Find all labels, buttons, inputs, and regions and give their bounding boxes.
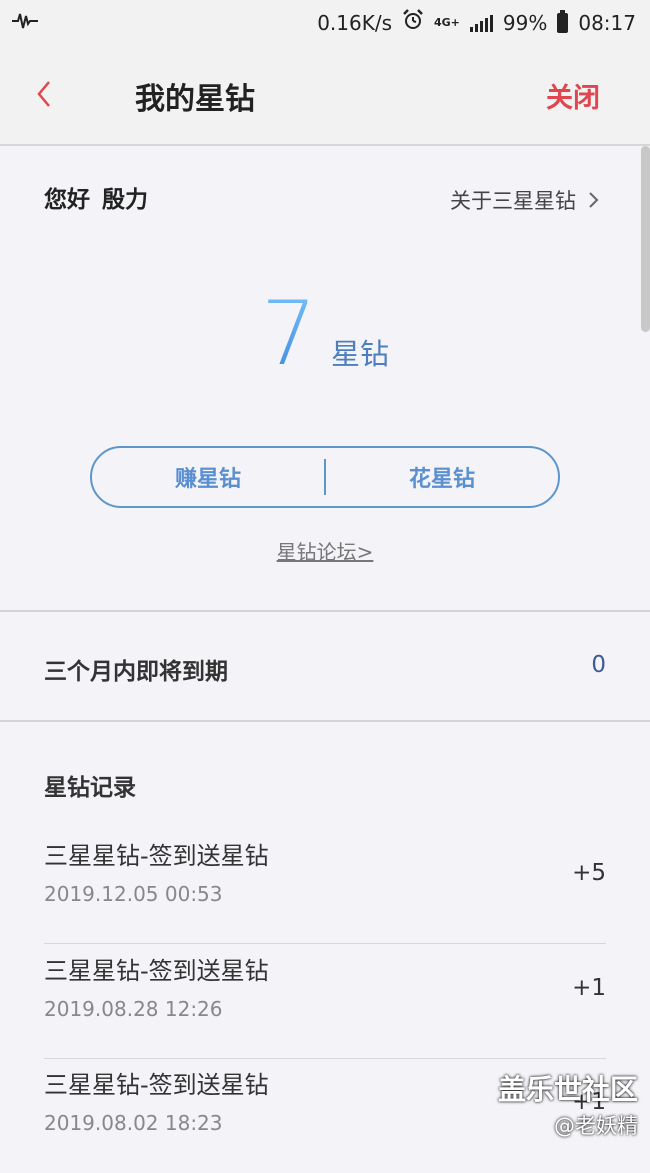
earn-spend-toggle: 赚星钻 花星钻	[90, 446, 560, 508]
section-divider	[0, 720, 650, 722]
record-date: 2019.08.28 12:26	[44, 997, 223, 1021]
network-type: 4G+	[434, 15, 460, 29]
spend-button[interactable]: 花星钻	[326, 461, 558, 493]
records-title: 星钻记录	[44, 775, 136, 801]
record-amount: +5	[572, 860, 606, 886]
record-date: 2019.12.05 00:53	[44, 882, 223, 906]
record-title: 三星星钻-签到送星钻	[44, 1071, 269, 1099]
record-divider	[44, 943, 606, 944]
about-link[interactable]: 关于三星星钻	[450, 185, 600, 215]
chevron-right-icon	[589, 192, 599, 208]
user-name: 殷力	[102, 187, 148, 213]
record-amount: +1	[572, 975, 606, 1001]
watermark-line1: 盖乐世社区	[497, 1073, 638, 1106]
network-speed: 0.16K/s	[317, 10, 392, 35]
list-item[interactable]: 三星星钻-签到送星钻 2019.08.28 12:26 +1	[44, 945, 606, 1059]
close-button[interactable]: 关闭	[546, 76, 600, 115]
watermark: 盖乐世社区 @老妖精	[498, 1068, 638, 1140]
list-item[interactable]: 三星星钻-签到送星钻 2019.12.05 00:53 +5	[44, 830, 606, 944]
app-bar: 我的星钻 关闭	[0, 44, 650, 146]
page-title: 我的星钻	[135, 82, 255, 117]
balance: 7 星钻	[0, 282, 650, 385]
alarm-icon	[402, 9, 424, 36]
greeting: 您好 殷力	[44, 180, 160, 214]
clock: 08:17	[578, 10, 636, 35]
record-date: 2019.08.02 18:23	[44, 1111, 223, 1135]
activity-icon	[12, 10, 38, 37]
about-link-label: 关于三星星钻	[450, 189, 576, 213]
earn-button[interactable]: 赚星钻	[92, 461, 324, 493]
expiring-value: 0	[591, 652, 606, 678]
status-bar: 0.16K/s 4G+ 99% 08:17	[0, 0, 650, 44]
record-title: 三星星钻-签到送星钻	[44, 957, 269, 985]
battery-percent: 99%	[502, 10, 548, 35]
watermark-line2: @老妖精	[554, 1114, 638, 1138]
balance-unit: 星钻	[330, 337, 389, 371]
forum-link[interactable]: 星钻论坛>	[0, 536, 650, 565]
signal-icon	[469, 14, 493, 32]
battery-icon	[557, 9, 569, 33]
back-button[interactable]	[32, 74, 72, 114]
greeting-hello: 您好	[44, 187, 90, 213]
record-title: 三星星钻-签到送星钻	[44, 842, 269, 870]
balance-value: 7	[260, 282, 317, 385]
expiring-label: 三个月内即将到期	[44, 659, 228, 685]
chevron-left-icon	[37, 81, 50, 107]
section-divider	[0, 610, 650, 612]
